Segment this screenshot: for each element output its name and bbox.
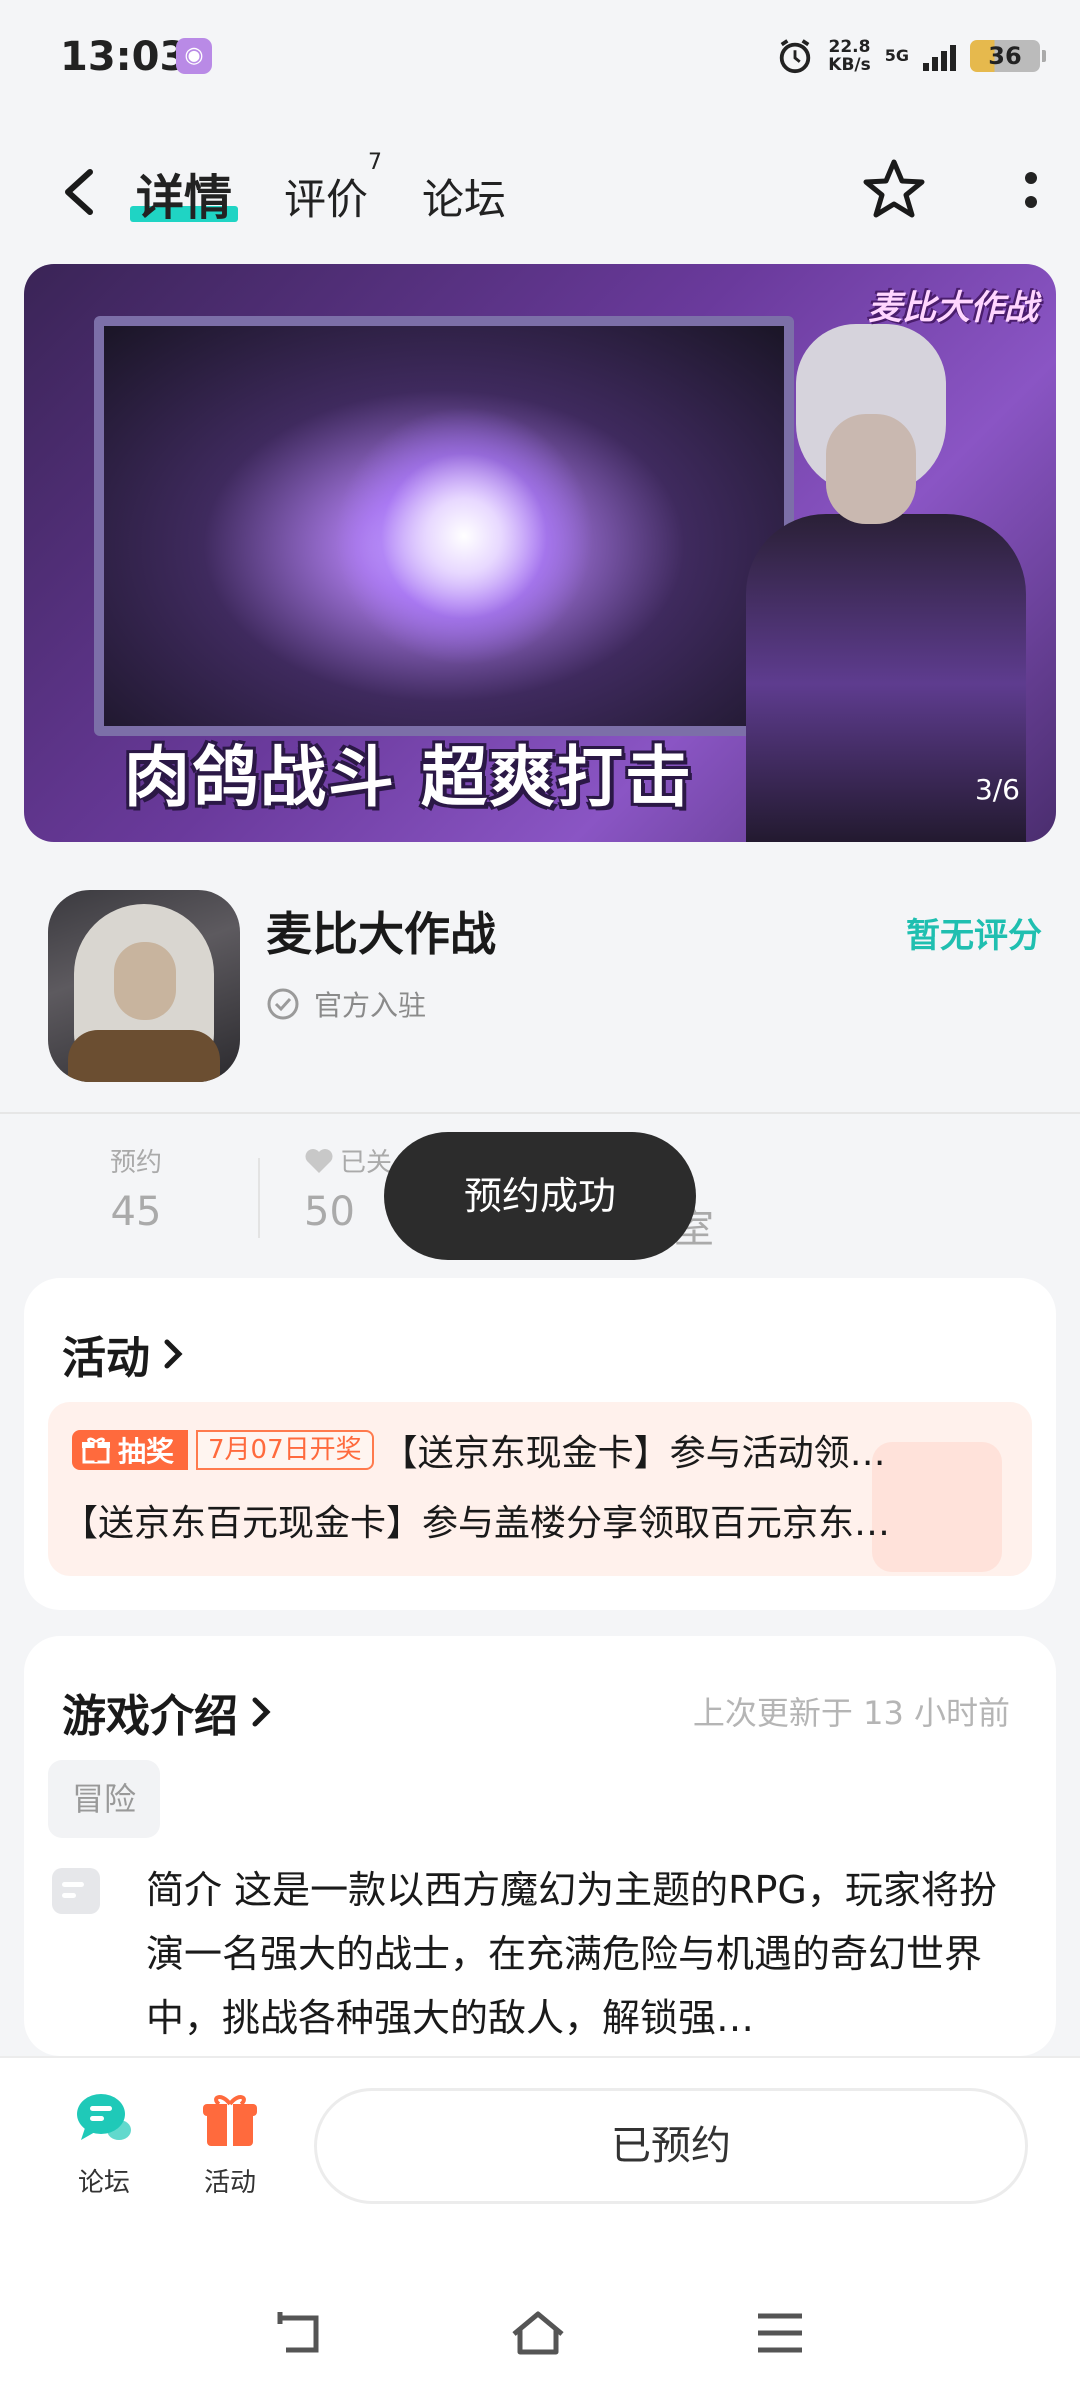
verified-check-icon [267, 988, 299, 1020]
bottom-action-bar: 论坛 活动 已预约 [0, 2056, 1080, 2242]
description-icon [52, 1868, 100, 1914]
forum-chat-icon [77, 2094, 131, 2140]
activity-item-2[interactable]: 【送京东百元现金卡】参与盖楼分享领取百元京东… [62, 1494, 1022, 1546]
net-speed-value: 22.8 [828, 37, 871, 57]
stat-reservations: 预约 45 [110, 1142, 162, 1235]
activity-item-1-text: 【送京东现金卡】参与活动领… [381, 1433, 886, 1474]
activity-list[interactable]: 抽奖 7月07日开奖 【送京东现金卡】参与活动领… 【送京东百元现金卡】参与盖楼… [48, 1402, 1032, 1576]
back-arrow-icon[interactable] [52, 162, 108, 222]
activity-card: 活动 抽奖 7月07日开奖 【送京东现金卡】参与活动领… 【送京东百元现金卡】参… [24, 1278, 1056, 1610]
stat-followed-label: 已关 [304, 1142, 392, 1179]
game-intro-card: 游戏介绍 上次更新于 13 小时前 冒险 简介 这是一款以西方魔幻为主题的RPG… [24, 1636, 1056, 2056]
reserved-button[interactable]: 已预约 [314, 2088, 1028, 2204]
stat-followed: 已关 50 [304, 1142, 392, 1235]
signal-icon [923, 41, 956, 71]
network-type: 5G [884, 46, 909, 65]
status-time: 13:03 [60, 34, 188, 80]
tab-details-label: 详情 [136, 170, 233, 226]
last-updated: 上次更新于 13 小时前 [692, 1694, 1010, 1732]
banner-slogan: 肉鸽战斗 超爽打击 [124, 739, 693, 816]
more-options-icon[interactable] [1016, 160, 1046, 220]
system-nav-bar [0, 2242, 1080, 2400]
stat-reservations-label: 预约 [110, 1148, 163, 1178]
favorite-star-icon[interactable] [858, 154, 930, 226]
chevron-right-icon [252, 1697, 271, 1727]
nav-menu-icon[interactable] [750, 2308, 810, 2358]
stat-followed-value: 50 [304, 1189, 355, 1235]
stat-followed-label-text: 已关 [340, 1148, 393, 1178]
lightning-effect [334, 406, 594, 666]
activity-label: 活动 [203, 2168, 256, 2198]
official-badge: 官方入驻 [266, 984, 426, 1024]
status-indicators: 22.8 KB/s 5G 36 [776, 36, 1046, 76]
toast-message: 预约成功 [384, 1132, 696, 1260]
stat-divider [258, 1158, 260, 1238]
tab-details[interactable]: 详情 [130, 158, 239, 228]
chevron-right-icon [164, 1339, 183, 1369]
battery-icon: 36 [970, 40, 1046, 72]
tab-reviews-label: 评价 [284, 175, 369, 224]
nav-home-icon[interactable] [508, 2308, 568, 2358]
intro-description[interactable]: 简介 这是一款以西方魔幻为主题的RPG，玩家将扮演一名强大的战士，在充满危险与机… [146, 1858, 1026, 2050]
tab-forum[interactable]: 论坛 [422, 166, 506, 236]
app-info: 麦比大作战 官方入驻 暂无评分 [0, 880, 1080, 1110]
screenshot-carousel[interactable]: 麦比大作战 肉鸽战斗 超爽打击 3/6 [24, 264, 1056, 842]
app-icon [48, 890, 240, 1082]
nav-back-icon[interactable] [270, 2308, 330, 2358]
carousel-counter: 3/6 [974, 773, 1020, 806]
genre-tag[interactable]: 冒险 [48, 1760, 161, 1838]
divider [0, 1112, 1080, 1114]
intro-header[interactable]: 游戏介绍 [62, 1680, 276, 1744]
intro-title: 游戏介绍 [62, 1691, 238, 1742]
forum-button[interactable]: 论坛 [54, 2088, 154, 2199]
game-logo: 麦比大作战 [868, 288, 1038, 328]
hero-character-art [726, 304, 1036, 842]
rating-status: 暂无评分 [906, 916, 1042, 956]
status-bar: 13:03 ◉ 22.8 KB/s 5G 36 [0, 0, 1080, 115]
activity-header[interactable]: 活动 [62, 1322, 188, 1386]
activity-item-1[interactable]: 抽奖 7月07日开奖 【送京东现金卡】参与活动领… [72, 1424, 886, 1476]
gameplay-scene [94, 316, 794, 736]
net-speed: 22.8 KB/s [828, 38, 870, 74]
lottery-badge: 抽奖 [72, 1430, 189, 1470]
forum-label: 论坛 [77, 2168, 130, 2198]
tab-reviews[interactable]: 评价 7 [284, 150, 382, 236]
official-label: 官方入驻 [314, 989, 427, 1022]
reviews-count-badge: 7 [368, 150, 383, 175]
heart-icon [305, 1148, 333, 1173]
activity-title: 活动 [62, 1333, 150, 1384]
stat-reservations-value: 45 [110, 1189, 162, 1235]
gift-box-icon [203, 2095, 257, 2146]
lottery-label: 抽奖 [118, 1435, 175, 1468]
gift-icon [82, 1437, 110, 1464]
draw-date-badge: 7月07日开奖 [196, 1430, 374, 1470]
net-speed-unit: KB/s [828, 55, 871, 75]
tab-forum-label: 论坛 [422, 175, 507, 224]
app-name: 麦比大作战 [266, 907, 496, 961]
top-nav: 详情 评价 7 论坛 [0, 140, 1080, 250]
alarm-icon [780, 39, 811, 74]
activity-button[interactable]: 活动 [180, 2088, 280, 2199]
app-notification-icon: ◉ [176, 38, 212, 74]
